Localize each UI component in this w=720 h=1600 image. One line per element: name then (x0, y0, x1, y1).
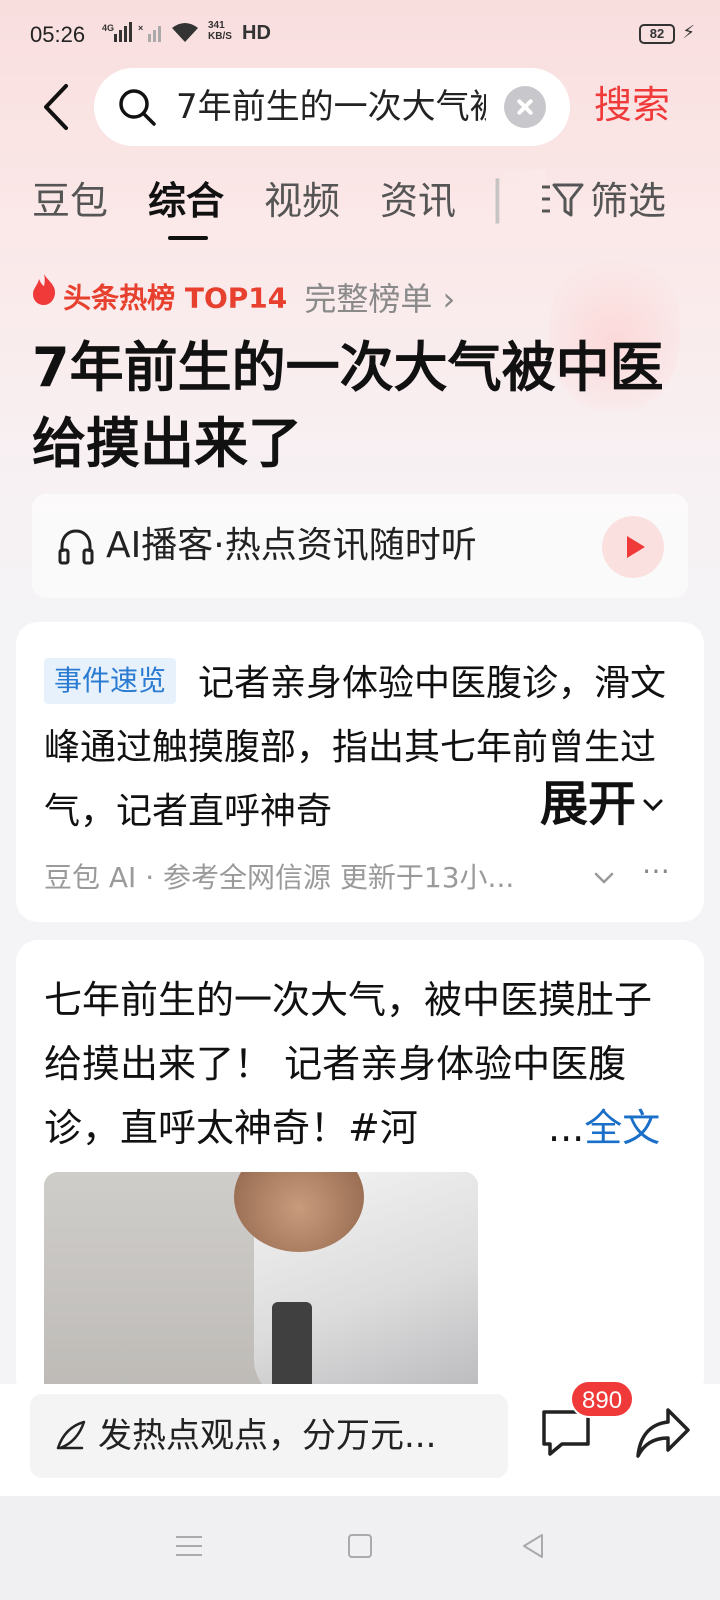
event-tag: 事件速览 (44, 658, 177, 704)
filter-button[interactable]: 筛选 (540, 176, 666, 226)
post-ellipsis: ... (548, 1106, 585, 1150)
tab-doubao[interactable]: 豆包 (32, 176, 108, 226)
clear-icon[interactable] (504, 86, 546, 128)
post-image[interactable] (44, 1172, 478, 1400)
bottom-action-bar: 发热点观点，分万元... 890 (0, 1380, 720, 1496)
tab-comprehensive[interactable]: 综合 (148, 176, 224, 226)
svg-text:4G: 4G (102, 23, 114, 33)
signal-icon: 4G × (102, 22, 202, 48)
pen-icon (56, 1420, 86, 1450)
post-card[interactable]: 七年前生的一次大气，被中医摸肚子给摸出来了！ 记者亲身体验中医腹诊，直呼太神奇！… (16, 940, 704, 1400)
fire-icon (33, 274, 56, 305)
comment-count-badge: 890 (570, 1380, 635, 1418)
search-button[interactable]: 搜索 (594, 80, 670, 130)
filter-label: 筛选 (590, 179, 667, 223)
recent-apps-icon[interactable] (176, 1536, 202, 1556)
net-speed-unit: KB/S (208, 31, 232, 42)
podcast-label: AI播客·热点资讯随时听 (106, 525, 477, 566)
tab-fade (486, 170, 546, 240)
active-tab-indicator (168, 236, 208, 240)
battery-level: 82 (649, 26, 665, 41)
expand-button[interactable]: 展开 (540, 772, 690, 842)
battery-icon: 82 (639, 24, 675, 44)
hot-list-row[interactable]: 头条热榜 TOP14 完整榜单 › (30, 272, 455, 318)
post-expand[interactable]: ...全文 (540, 1096, 661, 1160)
home-icon[interactable] (348, 1534, 372, 1558)
headphone-icon (58, 529, 94, 565)
hd-indicator: HD (242, 22, 271, 44)
charging-icon: ⚡ (682, 22, 695, 43)
status-bar: 05:26 4G × 341 KB/S HD 82 ⚡ (0, 0, 720, 70)
system-nav-bar (0, 1496, 720, 1600)
more-options-icon[interactable]: ⋯ (642, 854, 672, 887)
full-list-link[interactable]: 完整榜单 › (304, 280, 455, 318)
svg-text:×: × (138, 23, 143, 33)
search-input[interactable]: 7年前生的一次大气被中医给摸出来了 (176, 86, 486, 128)
event-meta: 豆包 AI · 参考全网信源 更新于13小... (44, 861, 515, 894)
net-speed: 341 KB/S (208, 20, 232, 42)
tab-news[interactable]: 资讯 (380, 176, 456, 226)
search-icon (119, 89, 156, 126)
net-speed-value: 341 (208, 20, 225, 31)
hot-rank-label: 头条热榜 TOP14 (63, 281, 288, 315)
search-box[interactable]: 7年前生的一次大气被中医给摸出来了 (94, 68, 570, 146)
chevron-down-icon (643, 799, 663, 812)
category-tabs: 豆包 综合 视频 资讯 ▏ 筛选 (0, 170, 720, 250)
comment-input[interactable]: 发热点观点，分万元... (30, 1394, 508, 1478)
comment-placeholder: 发热点观点，分万元... (98, 1416, 437, 1456)
topic-headline: 7年前生的一次大气被中医给摸出来了 (32, 336, 664, 475)
full-text-link[interactable]: 全文 (584, 1106, 660, 1150)
share-icon[interactable] (634, 1406, 692, 1460)
status-time: 05:26 (30, 22, 86, 47)
tab-video[interactable]: 视频 (264, 176, 340, 226)
filter-icon (542, 183, 584, 217)
expand-label: 展开 (540, 776, 637, 832)
event-summary-card: 记者亲身体验中医腹诊，滑文峰通过触摸腹部，指出其七年前曾生过气，记者直呼神奇 事… (16, 622, 704, 922)
play-button[interactable] (602, 516, 664, 578)
ai-podcast-bar[interactable]: AI播客·热点资讯随时听 (32, 494, 688, 598)
chevron-down-icon[interactable] (592, 866, 616, 890)
nav-back-icon[interactable] (520, 1532, 546, 1560)
back-arrow-icon[interactable] (34, 82, 84, 132)
expand-fade (446, 772, 546, 842)
